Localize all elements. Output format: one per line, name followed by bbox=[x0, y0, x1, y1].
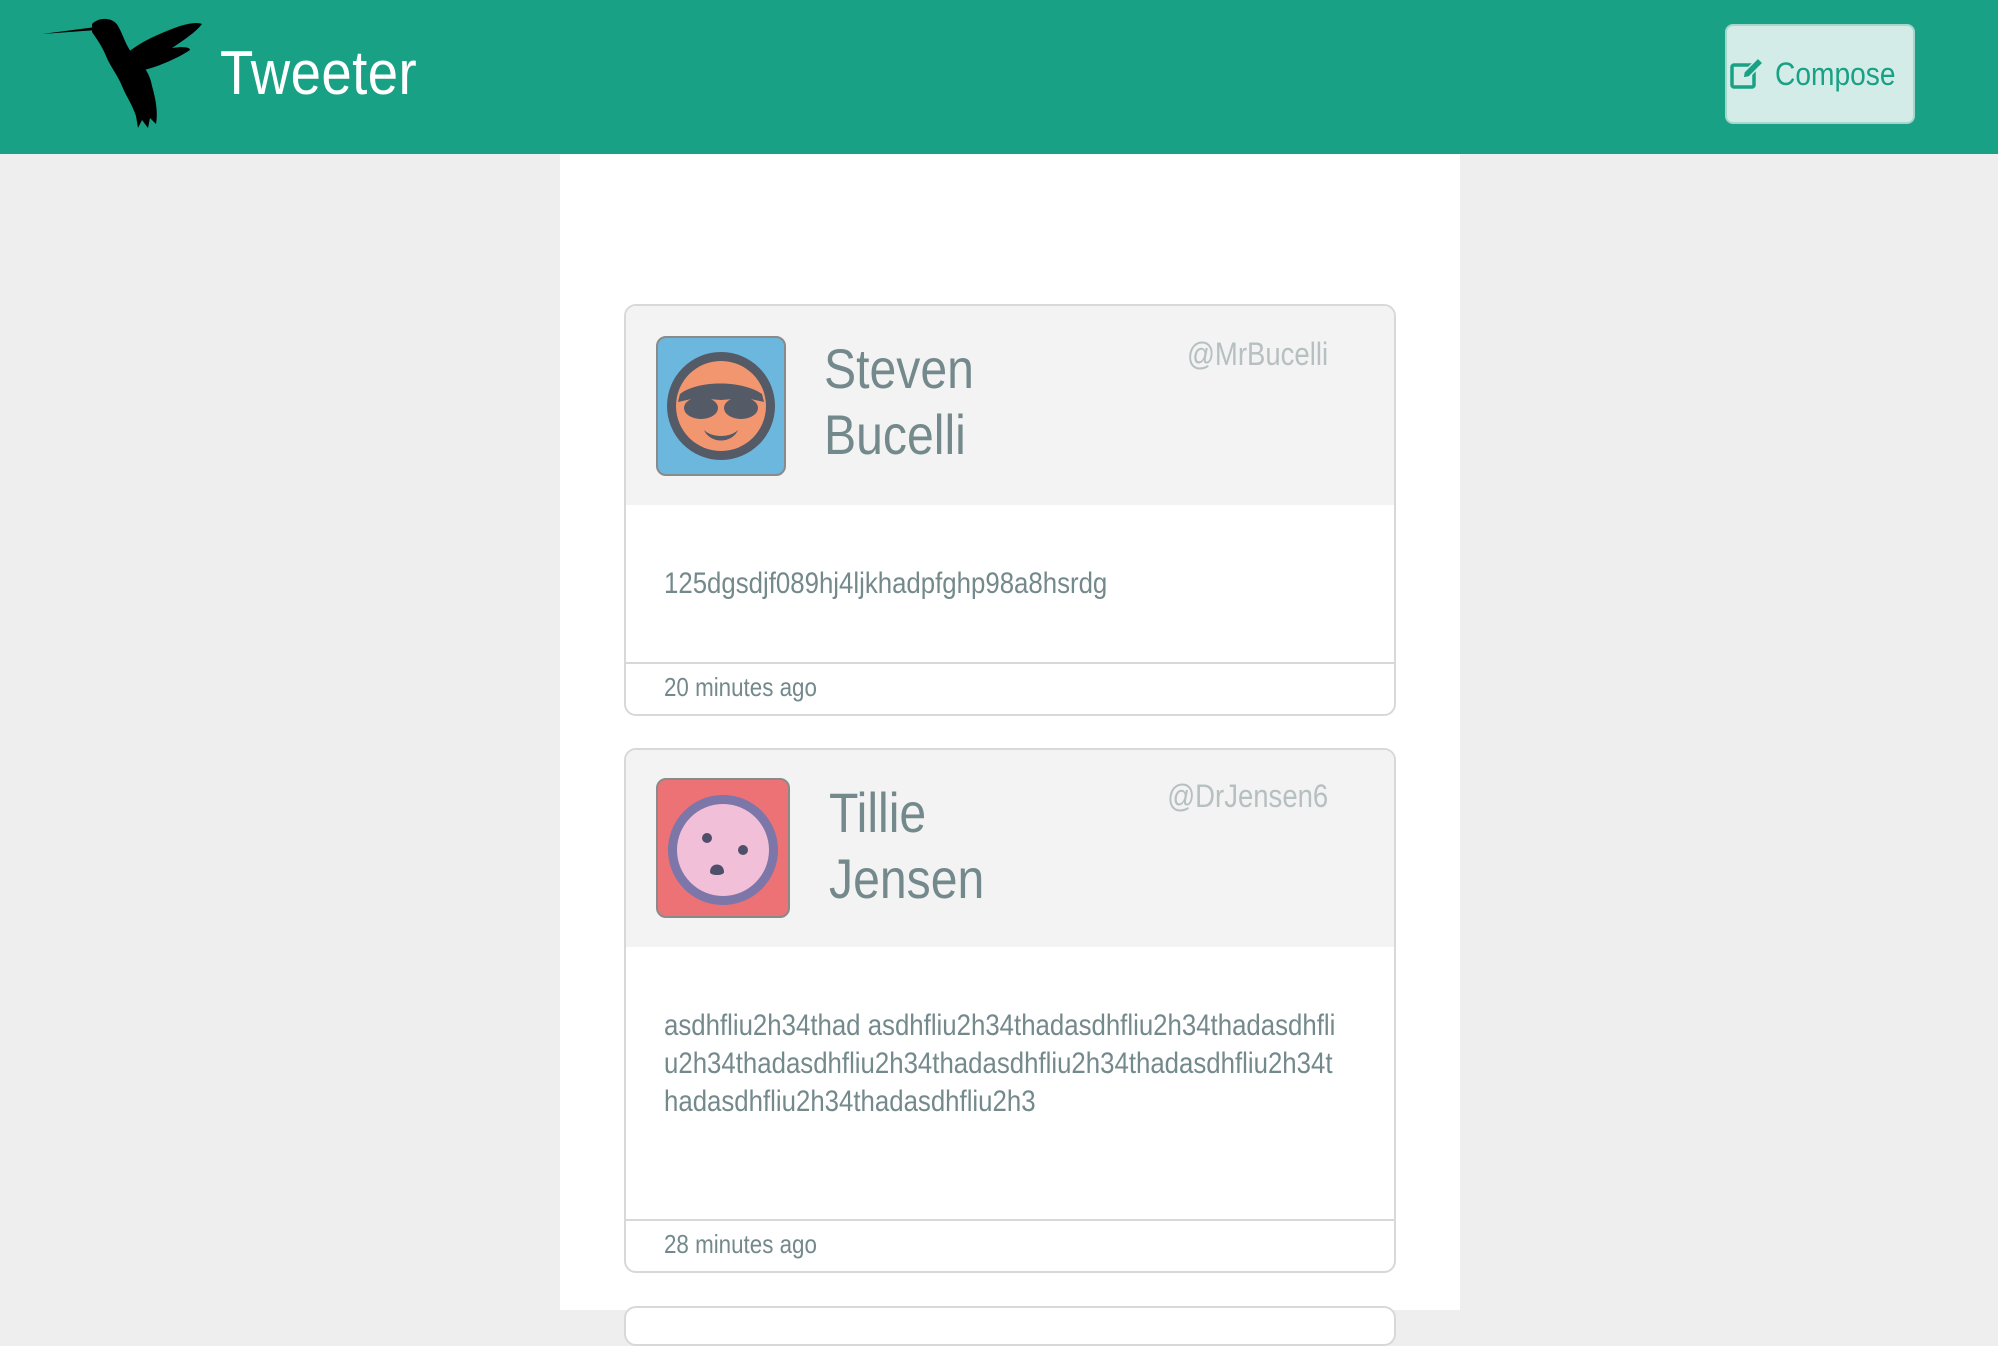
tweet-card-partial bbox=[624, 1306, 1396, 1346]
user-display-name[interactable]: Steven Bucelli bbox=[824, 336, 1048, 468]
brand-title[interactable]: Tweeter bbox=[220, 34, 417, 114]
tweet-body: 125dgsdjf089hj4ljkhadpfghp98a8hsrdg bbox=[626, 505, 1394, 662]
tweet-feed: Steven Bucelli @MrBucelli 125dgsdjf089hj… bbox=[560, 154, 1460, 1346]
user-avatar[interactable] bbox=[656, 336, 786, 476]
top-navbar: Tweeter Compose bbox=[0, 0, 1998, 154]
user-handle[interactable]: @MrBucelli bbox=[1187, 336, 1328, 373]
tweet-body: asdhfliu2h34thad asdhfliu2h34thadasdhfli… bbox=[626, 947, 1394, 1219]
compose-button[interactable]: Compose bbox=[1725, 24, 1915, 124]
tweet-timestamp: 20 minutes ago bbox=[664, 672, 817, 702]
tweet-header: Steven Bucelli @MrBucelli bbox=[626, 306, 1394, 505]
user-avatar[interactable] bbox=[656, 778, 790, 918]
user-display-name[interactable]: Tillie Jensen bbox=[829, 780, 1053, 912]
edit-icon bbox=[1729, 56, 1764, 89]
tweet-text: asdhfliu2h34thad asdhfliu2h34thadasdhfli… bbox=[664, 1009, 1336, 1118]
worried-face-avatar bbox=[668, 795, 778, 905]
tweet-footer: 28 minutes ago bbox=[626, 1219, 1394, 1271]
tweet-header: Tillie Jensen @DrJensen6 bbox=[626, 750, 1394, 947]
tweet-timestamp: 28 minutes ago bbox=[664, 1229, 817, 1259]
tweet-footer: 20 minutes ago bbox=[626, 662, 1394, 714]
hummingbird-icon bbox=[42, 18, 202, 128]
compose-label: Compose bbox=[1774, 55, 1896, 92]
tweet-text: 125dgsdjf089hj4ljkhadpfghp98a8hsrdg bbox=[664, 567, 1108, 600]
tweet-card: Tillie Jensen @DrJensen6 asdhfliu2h34tha… bbox=[624, 748, 1396, 1273]
tweet-card: Steven Bucelli @MrBucelli 125dgsdjf089hj… bbox=[624, 304, 1396, 716]
user-handle[interactable]: @DrJensen6 bbox=[1167, 778, 1328, 815]
sunglasses-face-avatar bbox=[667, 352, 775, 460]
